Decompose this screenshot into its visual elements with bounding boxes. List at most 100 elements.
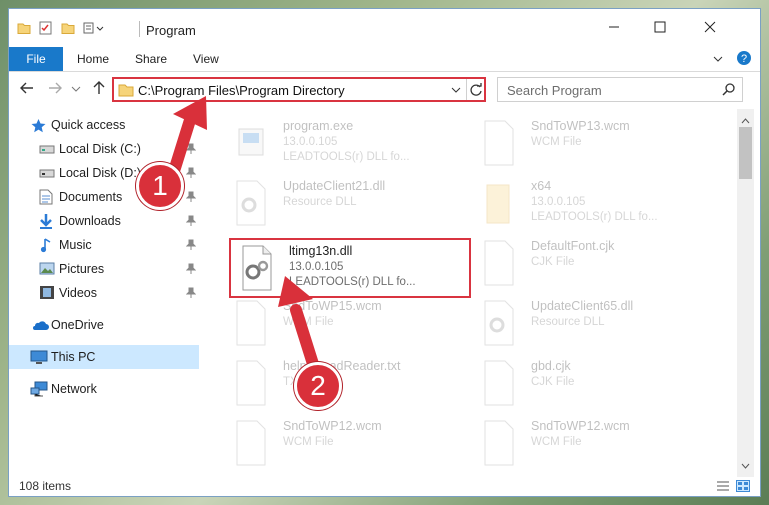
search-input[interactable]: Search Program [507, 83, 602, 98]
details-view-icon[interactable] [716, 480, 730, 495]
file-item[interactable]: SndToWP15.wcm WCM File [225, 295, 461, 351]
file-name: SndToWP12.wcm [283, 419, 382, 433]
customize-icon[interactable] [83, 21, 105, 35]
refresh-icon[interactable] [466, 79, 485, 100]
sidebar-item-label: Videos [59, 286, 97, 300]
help-icon[interactable]: ? [736, 50, 752, 69]
file-description: LEADTOOLS(r) DLL fo... [289, 276, 416, 288]
up-button[interactable] [89, 79, 109, 99]
sidebar-item-network[interactable]: Network [9, 377, 199, 401]
sidebar-item-local-disk-d[interactable]: Local Disk (D:) [9, 161, 199, 185]
pin-icon[interactable] [185, 167, 197, 182]
sidebar-item-onedrive[interactable]: OneDrive [9, 313, 199, 337]
svg-text:?: ? [741, 53, 747, 65]
sidebar-item-label: This PC [51, 350, 96, 364]
status-bar: 108 items [9, 477, 760, 496]
expand-ribbon-icon[interactable] [712, 53, 724, 67]
dll-icon [231, 179, 271, 227]
file-type: CJK File [531, 376, 575, 388]
file-item[interactable]: program.exe 13.0.0.105 LEADTOOLS(r) DLL … [225, 115, 461, 171]
scroll-down-icon[interactable] [741, 459, 750, 473]
sidebar-item-label: OneDrive [51, 318, 104, 332]
title-bar: Program [9, 9, 760, 43]
tab-file[interactable]: File [9, 47, 63, 71]
pin-icon[interactable] [185, 239, 197, 254]
file-type: WCM File [531, 436, 582, 448]
pictures-icon [39, 262, 55, 275]
network-icon [30, 381, 48, 397]
search-icon[interactable] [722, 82, 736, 99]
sidebar-item-quick-access[interactable]: Quick access [9, 113, 199, 137]
pin-icon[interactable] [185, 191, 197, 206]
pin-icon[interactable] [185, 215, 197, 230]
sidebar-item-label: Quick access [51, 118, 126, 132]
scroll-thumb[interactable] [739, 127, 752, 179]
file-icon [479, 239, 519, 287]
file-item[interactable]: SndToWP13.wcm WCM File [473, 115, 709, 171]
tab-share[interactable]: Share [135, 47, 167, 71]
address-dropdown-icon[interactable] [450, 82, 462, 101]
file-description: LEADTOOLS(r) DLL fo... [531, 211, 658, 223]
forward-arrow-icon [48, 82, 62, 97]
folder-icon[interactable] [17, 21, 31, 35]
file-item-ltimg13n[interactable]: ltimg13n.dll 13.0.0.105 LEADTOOLS(r) DLL… [229, 238, 471, 298]
forward-button[interactable] [45, 79, 65, 99]
pin-icon[interactable] [185, 143, 197, 158]
pc-icon [30, 350, 48, 364]
star-icon [31, 118, 46, 133]
tiles-view-icon[interactable] [736, 480, 750, 495]
file-name: UpdateClient65.dll [531, 299, 634, 313]
sidebar-item-local-disk-c[interactable]: Local Disk (C:) [9, 137, 199, 161]
title-separator [139, 21, 140, 37]
file-icon [231, 299, 271, 347]
file-description: LEADTOOLS(r) DLL fo... [283, 151, 410, 163]
view-switcher [716, 480, 750, 495]
file-item[interactable]: DefaultFont.cjk CJK File [473, 235, 709, 291]
sidebar-item-this-pc[interactable]: This PC [9, 345, 199, 369]
vertical-scrollbar[interactable] [737, 109, 754, 477]
file-name: x64 [531, 179, 552, 193]
window-title: Program [146, 23, 196, 38]
pin-icon[interactable] [185, 263, 197, 278]
file-item[interactable]: SndToWP12.wcm WCM File [225, 415, 461, 471]
back-button[interactable] [17, 79, 37, 99]
sidebar-item-label: Pictures [59, 262, 105, 276]
downloads-icon [39, 213, 53, 229]
sidebar-item-label: Documents [59, 190, 123, 204]
music-icon [40, 237, 52, 253]
file-type: Resource DLL [283, 196, 357, 208]
tab-home[interactable]: Home [77, 47, 109, 71]
search-box[interactable]: Search Program [497, 77, 743, 102]
file-icon [479, 119, 519, 167]
file-version: 13.0.0.105 [531, 196, 586, 208]
maximize-button[interactable] [637, 15, 683, 41]
tab-view[interactable]: View [193, 47, 219, 71]
sidebar-item-pictures[interactable]: Pictures [9, 257, 199, 281]
explorer-window: Program File Home Share View ? C:\Progra… [8, 8, 761, 497]
pin-icon[interactable] [185, 287, 197, 302]
address-bar[interactable]: C:\Program Files\Program Directory [112, 77, 486, 102]
recent-locations-button[interactable] [69, 79, 83, 99]
file-type: TXT File [283, 376, 327, 388]
file-item[interactable]: SndToWP12.wcm WCM File [473, 415, 709, 471]
new-folder-icon[interactable] [61, 21, 75, 35]
file-name: DefaultFont.cjk [531, 239, 615, 253]
sidebar-item-music[interactable]: Music [9, 233, 199, 257]
minimize-button[interactable] [591, 15, 637, 41]
sidebar-item-label: Local Disk (C:) [59, 142, 141, 156]
file-type: CJK File [531, 256, 575, 268]
file-item[interactable]: UpdateClient65.dll Resource DLL [473, 295, 709, 351]
file-type: WCM File [283, 316, 334, 328]
folder-item[interactable]: x64 13.0.0.105 LEADTOOLS(r) DLL fo... [473, 175, 709, 231]
properties-icon[interactable] [39, 21, 53, 35]
sidebar-item-downloads[interactable]: Downloads [9, 209, 199, 233]
file-name: UpdateClient21.dll [283, 179, 386, 193]
close-button[interactable] [687, 15, 733, 41]
file-item[interactable]: gbd.cjk CJK File [473, 355, 709, 411]
file-item[interactable]: UpdateClient21.dll Resource DLL [225, 175, 461, 231]
drive-icon [39, 167, 55, 179]
file-item[interactable]: help_ReadReader.txt TXT File [225, 355, 461, 411]
sidebar-item-videos[interactable]: Videos [9, 281, 199, 305]
sidebar-item-documents[interactable]: Documents [9, 185, 199, 209]
scroll-up-icon[interactable] [741, 113, 750, 127]
